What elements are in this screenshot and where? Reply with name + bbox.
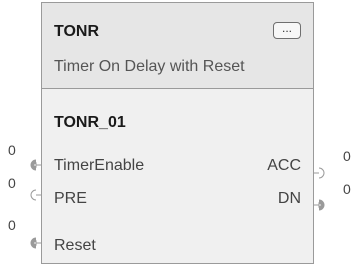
pre-pin-arc [30, 189, 37, 201]
dn-value: 0 [343, 181, 351, 197]
output-param-dn[interactable]: DN [278, 190, 301, 208]
instruction-description: Timer On Delay with Reset [54, 58, 245, 75]
tag-name[interactable]: TONR_01 [54, 114, 126, 132]
tonr-function-block[interactable]: TONR ... Timer On Delay with Reset TONR_… [41, 2, 314, 264]
function-block-canvas: TONR ... Timer On Delay with Reset TONR_… [0, 0, 355, 268]
input-param-timerenable[interactable]: TimerEnable [54, 157, 144, 175]
reset-value: 0 [8, 217, 16, 233]
timerenable-value: 0 [8, 142, 16, 158]
acc-value: 0 [343, 148, 351, 164]
dn-pin-arrow [318, 199, 325, 211]
instruction-name: TONR [54, 23, 100, 40]
output-param-acc[interactable]: ACC [267, 157, 301, 175]
reset-pin-arrow [30, 237, 37, 249]
input-param-pre[interactable]: PRE [54, 190, 87, 208]
acc-pin-arc [318, 167, 325, 179]
timerenable-pin-arrow [30, 159, 37, 171]
block-header: TONR ... Timer On Delay with Reset [42, 3, 313, 89]
pre-value: 0 [8, 175, 16, 191]
ellipsis-button[interactable]: ... [273, 22, 301, 39]
input-param-reset[interactable]: Reset [54, 237, 96, 255]
